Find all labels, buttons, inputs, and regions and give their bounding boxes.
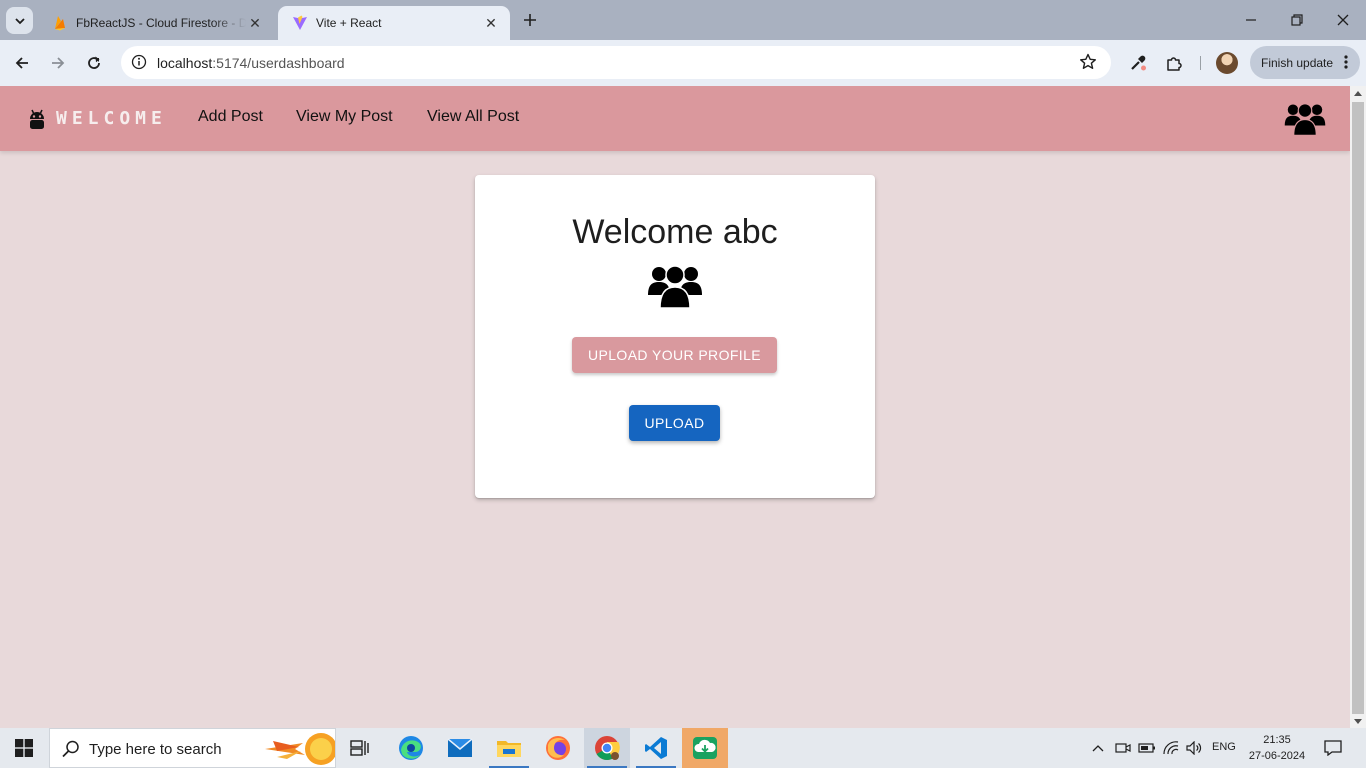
tab-search-button[interactable] (6, 7, 33, 34)
tray-network[interactable] (1161, 728, 1181, 768)
star-icon (1080, 53, 1096, 69)
finish-update-button[interactable]: Finish update (1250, 46, 1360, 79)
upload-profile-button[interactable]: UPLOAD YOUR PROFILE (572, 337, 777, 373)
nav-view-all-post[interactable]: View All Post (427, 108, 519, 126)
plus-icon (524, 14, 536, 26)
firebase-icon (52, 15, 68, 31)
browser-tab-strip: FbReactJS - Cloud Firestore - Data ✕ Vit… (0, 0, 1366, 40)
restore-button[interactable] (1274, 0, 1320, 40)
scroll-up-arrow-icon[interactable] (1354, 90, 1362, 96)
tab-title: FbReactJS - Cloud Firestore - Data (76, 16, 246, 30)
android-icon (30, 109, 44, 129)
eyedropper-icon (1131, 55, 1146, 71)
scrollbar-thumb[interactable] (1352, 102, 1364, 714)
taskbar-vscode[interactable] (633, 728, 679, 768)
reload-button[interactable] (80, 49, 108, 77)
brand-title: WELCOME (56, 108, 167, 129)
scroll-down-arrow-icon[interactable] (1354, 719, 1362, 725)
edge-icon (399, 736, 423, 760)
taskbar-file-explorer[interactable] (486, 728, 532, 768)
chevron-up-icon (1092, 745, 1104, 752)
start-button[interactable] (0, 728, 48, 768)
taskbar-firefox[interactable] (535, 728, 581, 768)
vite-icon (292, 15, 308, 31)
page-viewport: WELCOME Add Post View My Post View All P… (0, 86, 1366, 728)
app-bar: WELCOME Add Post View My Post View All P… (0, 86, 1350, 151)
close-tab-icon[interactable]: ✕ (246, 14, 264, 32)
taskbar-clock[interactable]: 21:35 27-06-2024 (1246, 732, 1308, 764)
back-button[interactable] (8, 49, 36, 77)
tray-meet-now[interactable] (1113, 728, 1133, 768)
url-path: :5174/userdashboard (212, 55, 345, 71)
tray-battery[interactable] (1137, 728, 1157, 768)
users-icon[interactable] (1284, 100, 1326, 136)
site-info-button[interactable] (127, 50, 151, 74)
nav-add-post[interactable]: Add Post (198, 108, 263, 126)
extensions-button[interactable] (1160, 49, 1188, 77)
puzzle-icon (1167, 57, 1182, 71)
close-window-button[interactable] (1320, 0, 1366, 40)
nav-view-my-post[interactable]: View My Post (296, 108, 393, 126)
windows-logo-icon (15, 739, 33, 757)
eyedropper-extension-button[interactable] (1124, 49, 1152, 77)
search-highlight-sun-icon (265, 733, 335, 765)
url-text: localhost:5174/userdashboard (157, 55, 345, 71)
notifications-button[interactable] (1316, 728, 1350, 768)
upload-button[interactable]: UPLOAD (629, 405, 720, 441)
bookmark-star-button[interactable] (1079, 53, 1097, 76)
close-tab-icon[interactable]: ✕ (482, 14, 500, 32)
clock-time: 21:35 (1263, 734, 1291, 746)
new-tab-button[interactable] (518, 8, 542, 32)
browser-toolbar: localhost:5174/userdashboard Finish upda… (0, 40, 1366, 86)
mail-icon (447, 738, 473, 757)
task-view-icon (350, 740, 369, 756)
taskbar-chrome[interactable] (584, 728, 630, 768)
url-host: localhost (157, 55, 213, 71)
camera-icon (1115, 743, 1131, 753)
chevron-down-icon (14, 17, 25, 24)
taskbar-task-view[interactable] (337, 728, 383, 768)
search-placeholder: Type here to search (89, 741, 222, 758)
more-vert-icon (1344, 55, 1348, 69)
notification-icon (1324, 740, 1342, 756)
wifi-icon (1163, 741, 1179, 755)
taskbar-edge[interactable] (388, 728, 434, 768)
tab-vite-react[interactable]: Vite + React ✕ (278, 6, 510, 40)
tab-fbreactjs[interactable]: FbReactJS - Cloud Firestore - Data ✕ (38, 6, 274, 40)
taskbar-downloader[interactable] (682, 728, 728, 768)
cloud-download-icon (693, 737, 717, 759)
toolbar-divider (1200, 56, 1201, 70)
input-language[interactable]: ENG (1212, 741, 1236, 753)
finish-update-label: Finish update (1261, 55, 1334, 70)
taskbar-mail[interactable] (437, 728, 483, 768)
tune-icon (131, 54, 147, 70)
taskbar-search-box[interactable]: Type here to search (49, 728, 336, 768)
speaker-icon (1186, 741, 1202, 755)
tray-volume[interactable] (1184, 728, 1204, 768)
arrow-left-icon (15, 57, 28, 69)
tab-title: Vite + React (316, 16, 382, 30)
minimize-button[interactable] (1228, 0, 1274, 40)
close-icon (1337, 14, 1349, 26)
vscode-icon (645, 737, 667, 759)
reload-icon (88, 56, 100, 69)
minimize-icon (1246, 19, 1256, 21)
show-hidden-icons-button[interactable] (1088, 728, 1108, 768)
page-scrollbar[interactable] (1350, 86, 1366, 728)
battery-icon (1138, 743, 1155, 753)
clock-date: 27-06-2024 (1248, 750, 1306, 762)
search-icon (62, 740, 79, 758)
profile-avatar[interactable] (1216, 52, 1238, 74)
address-bar[interactable]: localhost:5174/userdashboard (121, 46, 1111, 79)
users-icon (648, 265, 702, 309)
chrome-icon (595, 736, 620, 761)
firefox-icon (546, 736, 570, 760)
folder-icon (497, 741, 521, 757)
arrow-right-icon (52, 57, 65, 69)
welcome-heading: Welcome abc (572, 213, 778, 251)
welcome-card: Welcome abc UPLOAD YOUR PROFILE UPLOAD (475, 175, 875, 498)
windows-taskbar: Type here to search ENG 21:35 27-06-2024 (0, 728, 1366, 768)
forward-button[interactable] (44, 49, 72, 77)
restore-icon (1291, 14, 1303, 26)
